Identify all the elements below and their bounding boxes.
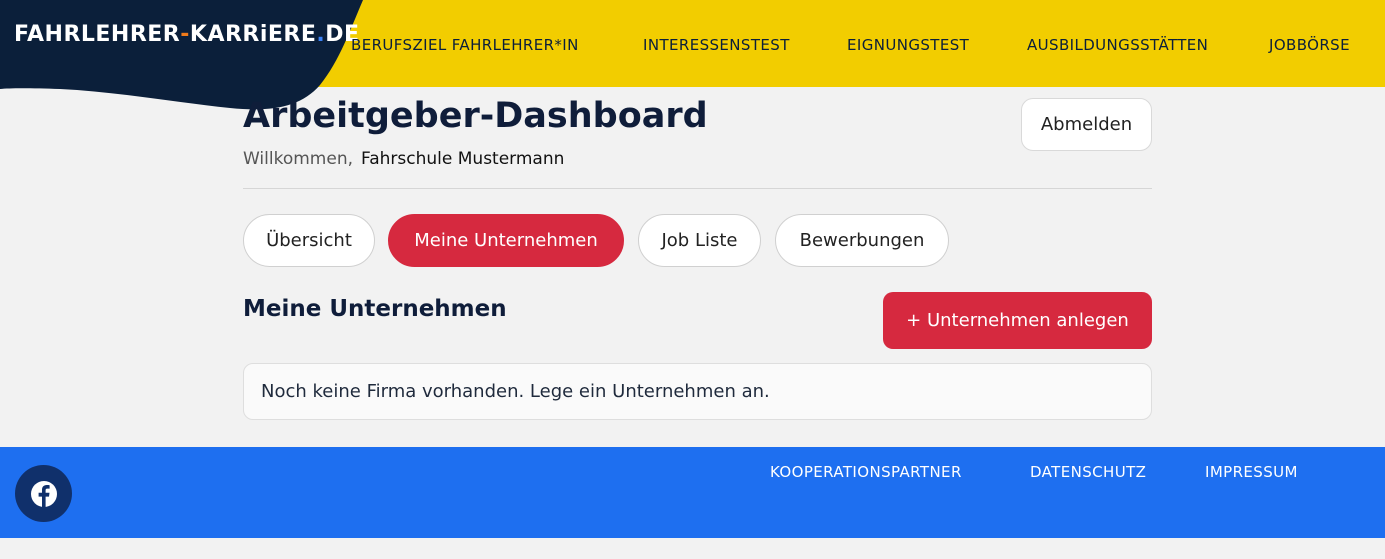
welcome-line: Willkommen, Fahrschule Mustermann xyxy=(243,149,564,169)
empty-state-message: Noch keine Firma vorhanden. Lege ein Unt… xyxy=(261,381,770,402)
footer-link-datenschutz[interactable]: DATENSCHUTZ xyxy=(1030,463,1146,481)
add-company-button[interactable]: + Unternehmen anlegen xyxy=(883,292,1152,349)
nav-item-jobboerse[interactable]: JOBBÖRSE xyxy=(1269,36,1350,54)
nav-item-berufsziel[interactable]: BERUFSZIEL FAHRLEHRER*IN xyxy=(351,36,579,54)
logo-part-2: KARRiERE xyxy=(189,22,317,47)
nav-item-eignungstest[interactable]: EIGNUNGSTEST xyxy=(847,36,969,54)
logout-button[interactable]: Abmelden xyxy=(1021,98,1152,151)
section-title: Meine Unternehmen xyxy=(243,296,507,322)
tab-uebersicht[interactable]: Übersicht xyxy=(243,214,375,267)
page-title: Arbeitgeber-Dashboard xyxy=(243,96,708,136)
logo-dot: . xyxy=(316,22,326,47)
facebook-icon xyxy=(30,480,57,507)
footer-link-impressum[interactable]: IMPRESSUM xyxy=(1205,463,1298,481)
nav-item-ausbildungsstaetten[interactable]: AUSBILDUNGSSTÄTTEN xyxy=(1027,36,1208,54)
company-name: Fahrschule Mustermann xyxy=(361,149,565,169)
footer-link-kooperationspartner[interactable]: KOOPERATIONSPARTNER xyxy=(770,463,962,481)
tab-job-liste[interactable]: Job Liste xyxy=(638,214,761,267)
logo-part-1: FAHRLEHRER xyxy=(14,22,181,47)
logo-dash: - xyxy=(180,22,190,47)
tab-bewerbungen[interactable]: Bewerbungen xyxy=(775,214,949,267)
site-footer xyxy=(0,447,1385,538)
nav-item-interessenstest[interactable]: INTERESSENSTEST xyxy=(643,36,790,54)
tab-meine-unternehmen[interactable]: Meine Unternehmen xyxy=(388,214,624,267)
facebook-button[interactable] xyxy=(15,465,72,522)
welcome-label: Willkommen, xyxy=(243,149,354,169)
empty-state-box: Noch keine Firma vorhanden. Lege ein Unt… xyxy=(243,363,1152,420)
site-logo[interactable]: FAHRLEHRER-KARRiERE.DE xyxy=(14,22,360,47)
header-divider xyxy=(243,188,1152,189)
